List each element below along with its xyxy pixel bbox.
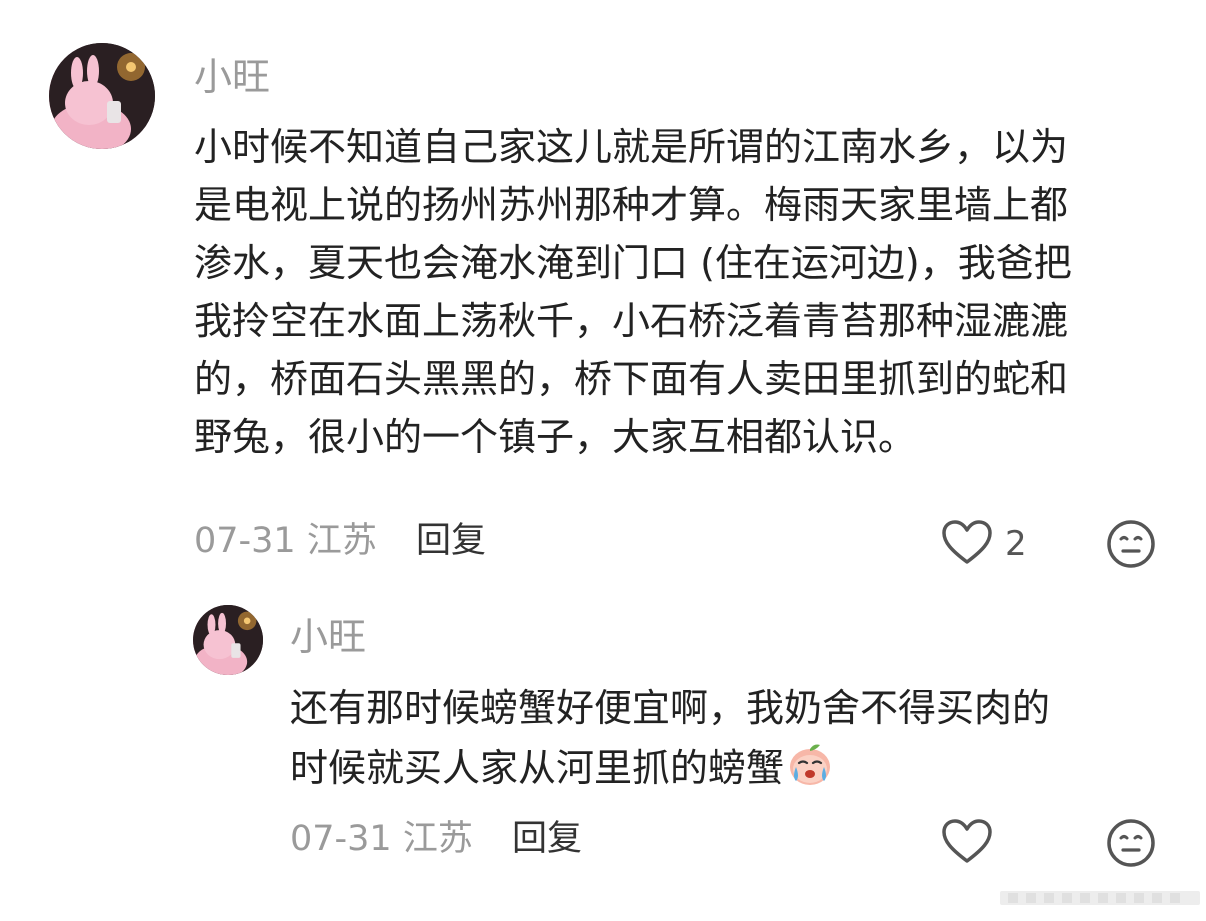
username[interactable]: 小旺	[194, 58, 270, 96]
like-count: 2	[1005, 524, 1027, 564]
username[interactable]: 小旺	[290, 618, 366, 656]
comment-text: 还有那时候螃蟹好便宜啊，我奶舍不得买肉的 时候就买人家从河里抓的螃蟹	[290, 678, 1170, 804]
heart-outline-icon	[942, 520, 992, 564]
avatar[interactable]	[193, 605, 263, 675]
comment-line: 野兔，很小的一个镇子，大家互相都认识。	[194, 415, 917, 459]
heart-outline-icon	[942, 819, 992, 863]
comment-line: 是电视上说的扬州苏州那种才算。梅雨天家里墙上都	[194, 183, 1069, 227]
comment-line: 时候就买人家从河里抓的螃蟹	[290, 738, 1170, 804]
reply-button[interactable]: 回复	[416, 524, 486, 559]
comment-line: 小时候不知道自己家这儿就是所谓的江南水乡，以为	[194, 125, 1069, 169]
avatar[interactable]	[49, 43, 155, 149]
comment-line: 我拎空在水面上荡秋千，小石桥泛着青苔那种湿漉漉	[194, 299, 1069, 343]
like-button[interactable]	[941, 818, 993, 866]
watermark-logo	[1000, 885, 1200, 915]
dislike-button[interactable]	[1105, 817, 1157, 869]
meh-face-icon	[1107, 520, 1155, 568]
date-location: 07-31 江苏	[194, 521, 377, 561]
like-button[interactable]	[941, 519, 993, 567]
crying-peach-emoji	[786, 739, 834, 804]
avatar-image	[193, 605, 263, 675]
comment-line: 的，桥面石头黑黑的，桥下面有人卖田里抓到的蛇和	[194, 357, 1069, 401]
meh-face-icon	[1107, 819, 1155, 867]
dislike-button[interactable]	[1105, 518, 1157, 570]
comment-text: 小时候不知道自己家这儿就是所谓的江南水乡，以为 是电视上说的扬州苏州那种才算。梅…	[194, 118, 1174, 466]
comment-line: 渗水，夏天也会淹水淹到门口 (住在运河边)，我爸把	[194, 241, 1072, 285]
avatar-image	[49, 43, 155, 149]
comment-line: 还有那时候螃蟹好便宜啊，我奶舍不得买肉的	[290, 686, 1051, 730]
date-location: 07-31 江苏	[290, 819, 473, 859]
comment-line-text: 时候就买人家从河里抓的螃蟹	[290, 746, 785, 790]
reply-button[interactable]: 回复	[512, 822, 582, 857]
